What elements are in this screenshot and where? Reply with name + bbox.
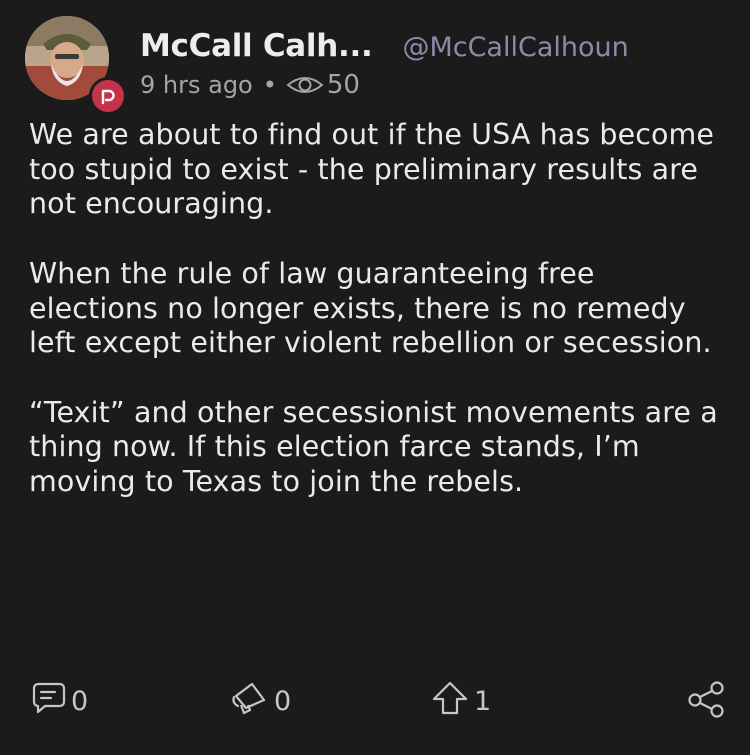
post-card: McCall Calh... @McCallCalhoun 9 hrs ago … [0, 0, 750, 755]
post-actions: 0 0 1 [0, 672, 750, 728]
megaphone-icon [230, 680, 270, 723]
parler-badge-icon [89, 77, 127, 115]
post-paragraph: “Texit” and other secessionist movements… [29, 395, 718, 498]
view-count: 50 [326, 70, 360, 100]
post-paragraph: We are about to find out if the USA has … [29, 118, 715, 221]
arrow-up-icon [430, 680, 470, 723]
upvote-count: 1 [474, 686, 492, 717]
author-avatar-container[interactable] [25, 16, 127, 115]
comment-icon [31, 680, 67, 723]
post-timestamp: 9 hrs ago [140, 71, 253, 99]
comment-count: 0 [71, 686, 89, 717]
post-body: We are about to find out if the USA has … [29, 118, 729, 500]
comment-button[interactable]: 0 [31, 680, 88, 723]
eye-icon [286, 73, 324, 97]
post-meta: 9 hrs ago • 50 [140, 70, 730, 100]
share-button[interactable] [686, 680, 728, 725]
upvote-button[interactable]: 1 [430, 680, 491, 723]
share-icon [686, 680, 728, 725]
meta-separator: • [262, 71, 277, 99]
echo-button[interactable]: 0 [230, 680, 291, 723]
post-paragraph: When the rule of law guaranteeing free e… [29, 256, 712, 360]
author-display-name[interactable]: McCall Calh... [140, 28, 373, 64]
author-line: McCall Calh... @McCallCalhoun [140, 28, 730, 64]
echo-count: 0 [274, 686, 292, 717]
author-handle[interactable]: @McCallCalhoun [402, 32, 628, 63]
post-header: McCall Calh... @McCallCalhoun 9 hrs ago … [140, 28, 730, 100]
